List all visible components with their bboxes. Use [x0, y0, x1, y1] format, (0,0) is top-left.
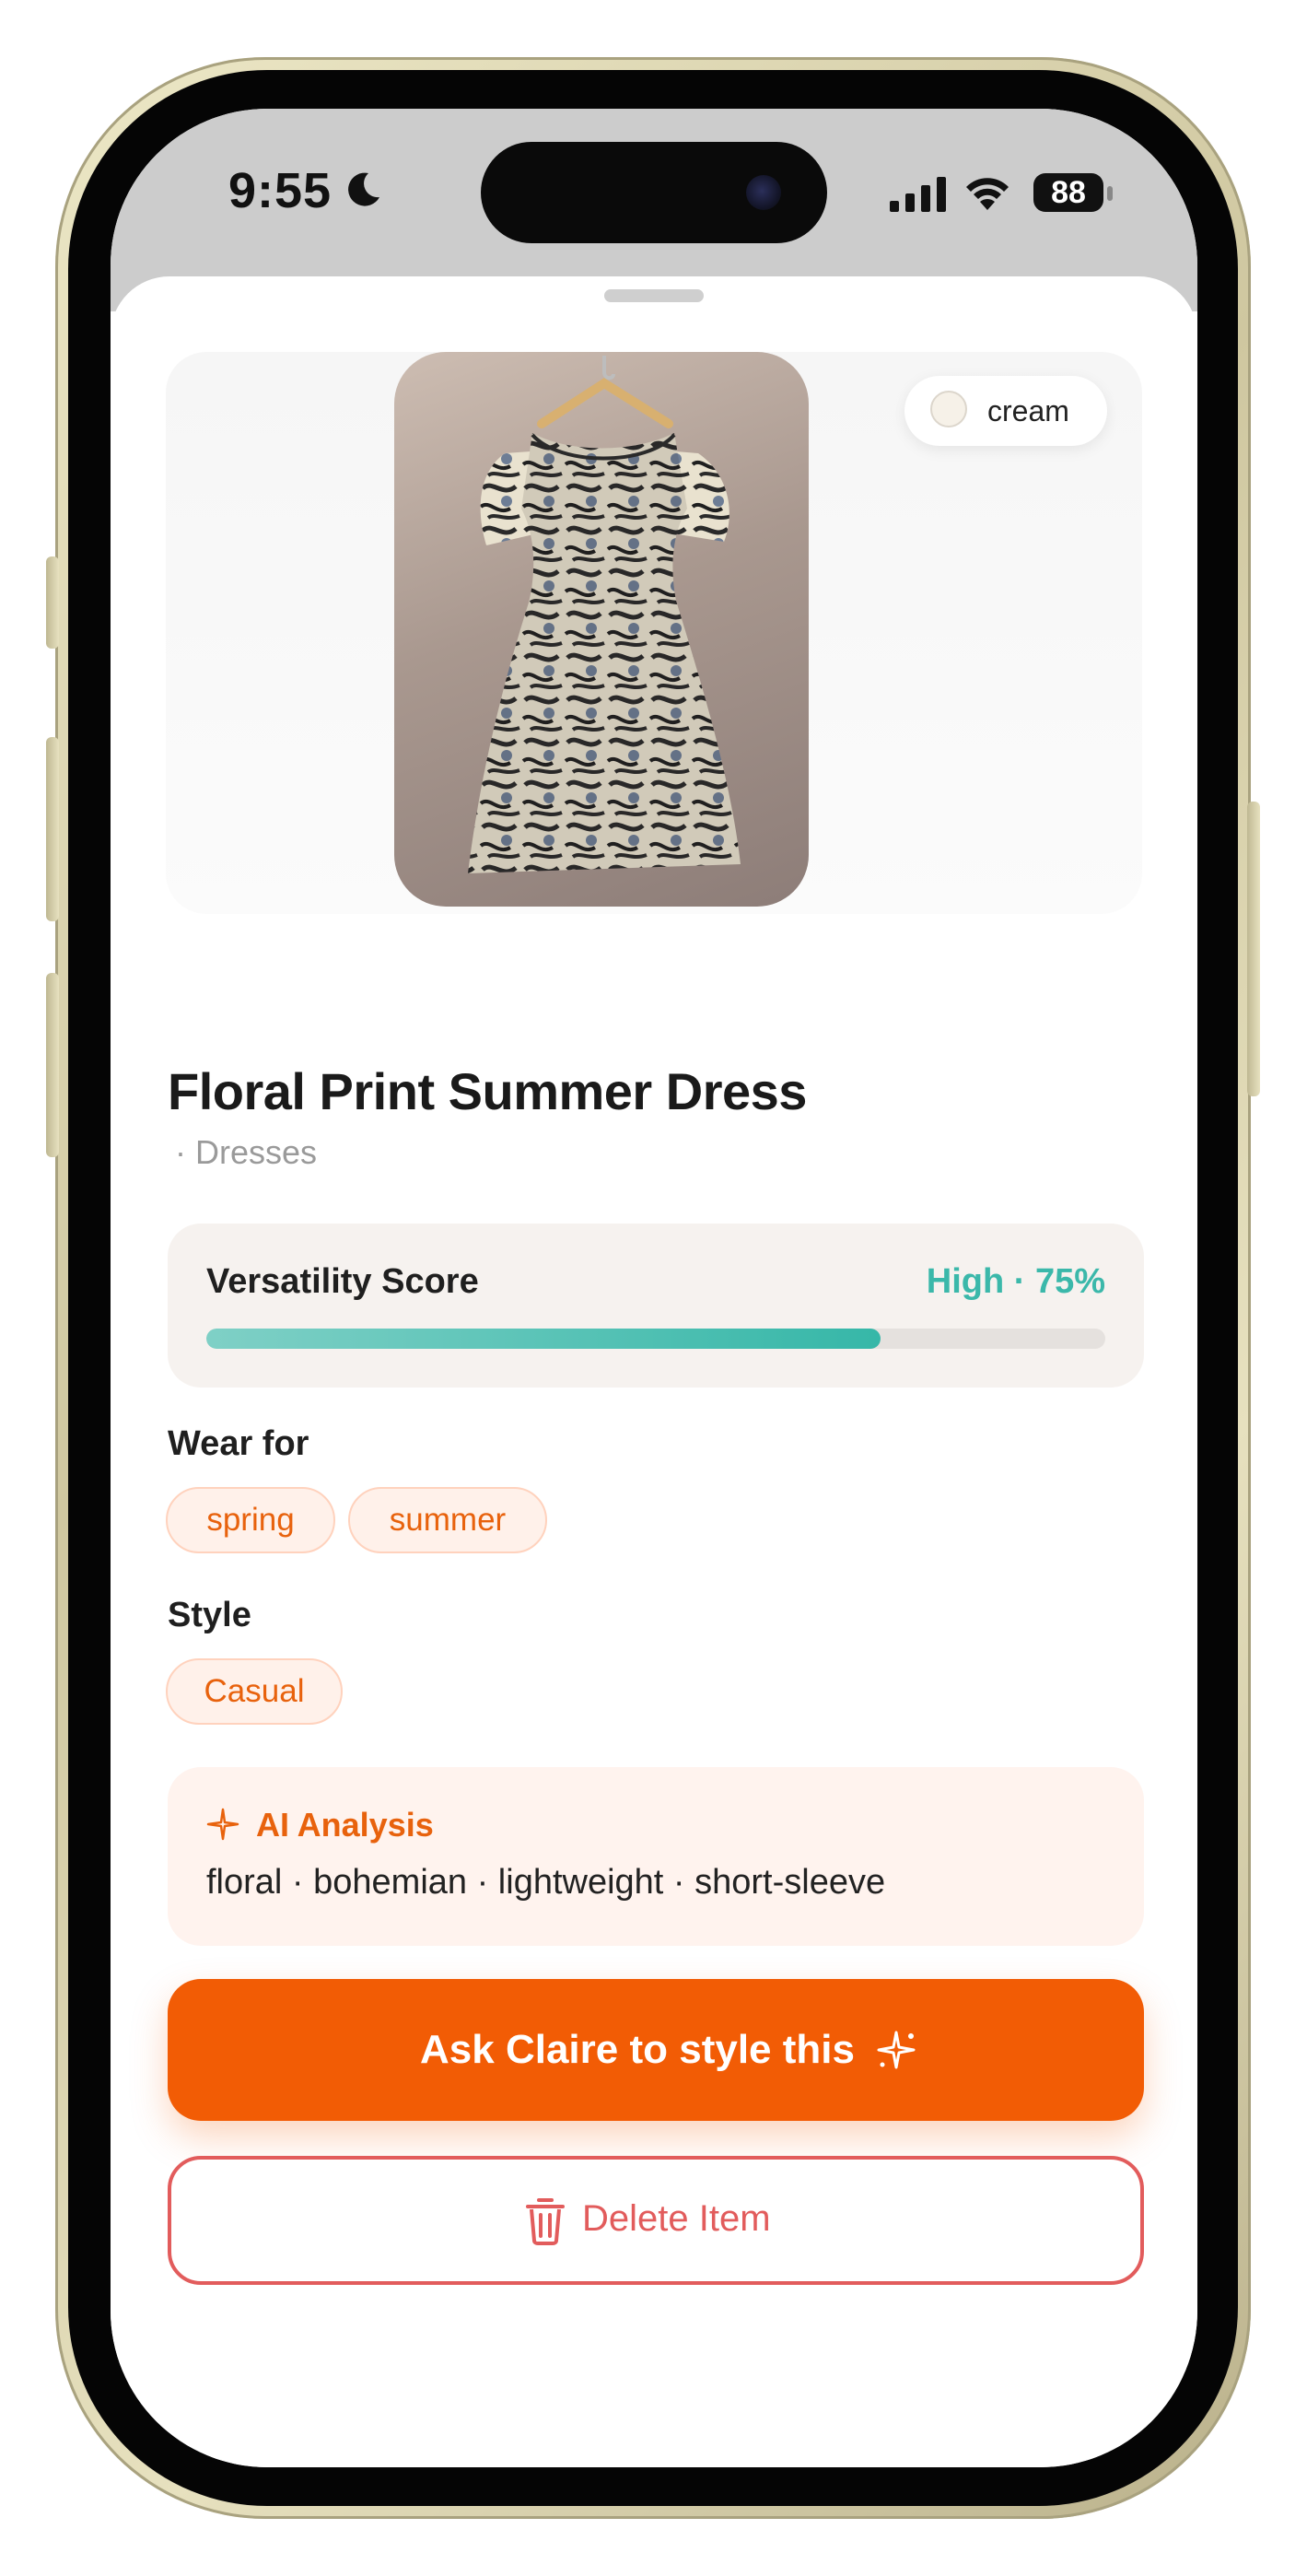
volume-down-button — [46, 973, 59, 1157]
style-label: Style — [168, 1596, 251, 1634]
trash-icon — [526, 2198, 565, 2245]
volume-up-button — [46, 737, 59, 921]
season-chip[interactable]: spring — [166, 1487, 335, 1553]
camera-lens — [746, 175, 781, 210]
ai-analysis-tags: floral · bohemian · lightweight · short-… — [206, 1863, 886, 1902]
ai-analysis-card: AI Analysis floral · bohemian · lightwei… — [168, 1767, 1144, 1946]
versatility-label: Versatility Score — [206, 1262, 479, 1301]
ai-analysis-title: AI Analysis — [256, 1806, 434, 1844]
versatility-progress-track — [206, 1329, 1105, 1349]
style-chip[interactable]: Casual — [166, 1658, 343, 1725]
color-swatch — [930, 391, 967, 427]
versatility-progress-fill — [206, 1329, 881, 1349]
ask-claire-label: Ask Claire to style this — [420, 2027, 855, 2072]
delete-item-label: Delete Item — [582, 2198, 771, 2239]
wear-for-label: Wear for — [168, 1424, 309, 1463]
item-category: · Dresses — [175, 1133, 318, 1171]
screen: 9:55 88 cream Floral Print Summer Dress … — [111, 109, 1197, 2467]
versatility-value: High · 75% — [926, 1262, 1105, 1301]
power-button — [1247, 802, 1260, 1096]
color-chip: cream — [904, 376, 1107, 446]
color-label: cream — [987, 394, 1069, 427]
ask-claire-button[interactable]: Ask Claire to style this — [168, 1979, 1144, 2121]
wifi-icon — [966, 178, 1009, 210]
battery-tip — [1107, 186, 1113, 201]
item-detail-sheet: cream Floral Print Summer Dress · Dresse… — [111, 276, 1197, 2467]
moon-icon — [348, 172, 379, 206]
status-time: 9:55 — [228, 163, 333, 218]
signal-icon — [890, 177, 946, 212]
battery-icon: 88 — [1033, 173, 1103, 212]
action-button — [46, 556, 59, 649]
dress-illustration — [468, 356, 741, 873]
sparkle-icon — [206, 1808, 239, 1841]
versatility-card: Versatility Score High · 75% — [168, 1224, 1144, 1388]
item-title: Floral Print Summer Dress — [168, 1062, 807, 1120]
delete-item-button[interactable]: Delete Item — [168, 2156, 1144, 2285]
season-chip[interactable]: summer — [348, 1487, 547, 1553]
sparkle-icon — [877, 2031, 916, 2069]
sheet-grabber[interactable] — [604, 289, 704, 302]
dress-photo — [394, 352, 809, 907]
